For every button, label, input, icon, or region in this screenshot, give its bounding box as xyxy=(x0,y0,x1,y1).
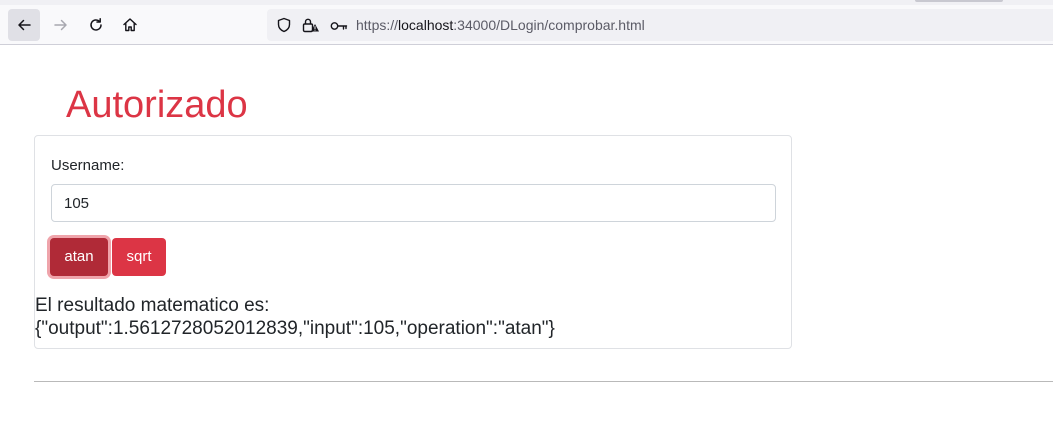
reload-button[interactable] xyxy=(80,9,112,41)
url-scheme: https:// xyxy=(356,17,399,33)
key-icon[interactable] xyxy=(330,19,348,37)
browser-toolbar: https://localhost:34000/DLogin/comprobar… xyxy=(0,5,1053,45)
result-value: {"output":1.5612728052012839,"input":105… xyxy=(35,318,555,339)
username-input[interactable] xyxy=(51,184,776,222)
login-card: Username: atan sqrt El resultado matemat… xyxy=(34,135,792,349)
horizontal-divider xyxy=(34,381,1053,382)
result-label: El resultado matematico es: xyxy=(35,295,270,316)
lock-warning-icon[interactable] xyxy=(302,17,320,38)
username-label: Username: xyxy=(51,157,125,174)
atan-button[interactable]: atan xyxy=(50,238,108,276)
url-host: localhost xyxy=(398,17,454,33)
back-button[interactable] xyxy=(8,9,40,41)
page-title: Autorizado xyxy=(66,84,248,126)
home-icon xyxy=(122,17,138,33)
back-arrow-icon xyxy=(16,17,32,33)
url-bar[interactable]: https://localhost:34000/DLogin/comprobar… xyxy=(267,9,1053,41)
forward-arrow-icon xyxy=(53,17,69,33)
tab-edge xyxy=(915,0,1003,2)
reload-icon xyxy=(88,17,104,33)
home-button[interactable] xyxy=(114,9,146,41)
forward-button[interactable] xyxy=(45,9,77,41)
shield-icon[interactable] xyxy=(276,17,292,38)
url-text[interactable]: https://localhost:34000/DLogin/comprobar… xyxy=(356,17,645,33)
sqrt-button[interactable]: sqrt xyxy=(112,238,166,276)
result-block: El resultado matematico es: {"output":1.… xyxy=(35,294,791,340)
url-path: :34000/DLogin/comprobar.html xyxy=(453,17,645,33)
